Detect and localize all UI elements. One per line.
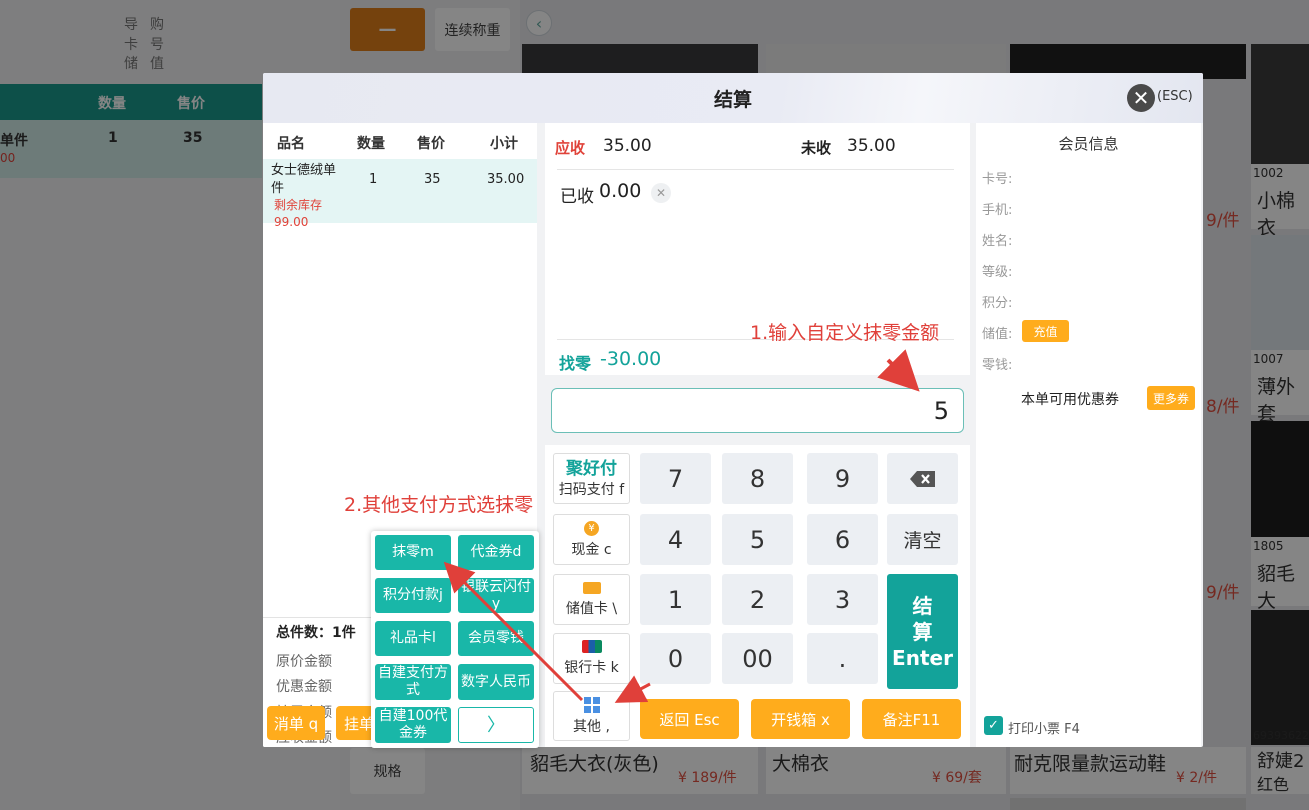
cash-button[interactable]: ¥ 现金 c: [553, 514, 630, 565]
change-label: 找零: [559, 354, 592, 373]
other-pay-label: 其他 ,: [573, 718, 610, 735]
keypad-panel: 聚好付 扫码支付 f ¥ 现金 c 储值卡 \ 银行卡 k 其他 , 7 8 9…: [545, 445, 970, 747]
hold-order-button[interactable]: 挂单: [336, 706, 376, 740]
col-header-name: 品名: [277, 136, 305, 152]
key-9[interactable]: 9: [807, 453, 878, 504]
more-coupons-button[interactable]: 更多券: [1147, 386, 1195, 410]
digital-rmb-button[interactable]: 数字人民币: [458, 664, 534, 700]
item-subtotal: 35.00: [487, 172, 525, 187]
clear-button[interactable]: 清空: [887, 514, 958, 565]
member-panel: 会员信息 卡号: 手机: 姓名: 等级: 积分: 储值: 充值 零钱: 本单可用…: [976, 123, 1201, 747]
round-off-button[interactable]: 抹零m: [375, 535, 451, 570]
key-6[interactable]: 6: [807, 514, 878, 565]
receivable-label: 应收: [555, 139, 586, 157]
other-payment-popup: 抹零m 代金券d 积分付款j 银联云闪付y 礼品卡l 会员零钱 自建支付方式 数…: [371, 531, 539, 748]
unionpay-icon: [581, 640, 602, 653]
settle-label-2: 算: [912, 619, 933, 644]
annotation-step1: 1.输入自定义抹零金额: [750, 322, 940, 344]
settle-label-3: Enter: [892, 645, 953, 670]
key-2[interactable]: 2: [722, 574, 793, 625]
key-dot[interactable]: .: [807, 633, 878, 684]
print-receipt-checkbox[interactable]: ✓: [984, 716, 1003, 735]
key-5[interactable]: 5: [722, 514, 793, 565]
item-price: 35: [424, 172, 441, 187]
receivable-value: 35.00: [603, 136, 652, 156]
key-4[interactable]: 4: [640, 514, 711, 565]
other-pay-button[interactable]: 其他 ,: [553, 691, 630, 741]
print-receipt-label: 打印小票 F4: [1008, 722, 1080, 737]
clear-received-icon[interactable]: ✕: [651, 183, 671, 203]
member-field-points: 积分:: [982, 296, 1013, 311]
card-icon: [582, 581, 601, 594]
grid-icon: [583, 696, 600, 713]
cash-drawer-button[interactable]: 开钱箱 x: [751, 699, 850, 739]
member-field-name: 姓名:: [982, 234, 1013, 249]
item-qty: 1: [369, 172, 378, 187]
member-field-phone: 手机:: [982, 203, 1013, 218]
col-header-price: 售价: [417, 136, 445, 152]
remark-button[interactable]: 备注F11: [862, 699, 961, 739]
annotation-step2: 2.其他支付方式选抹零: [344, 494, 534, 516]
close-shortcut-label: (ESC): [1157, 89, 1193, 104]
dialog-title: 结算: [713, 88, 752, 111]
stock-label: 剩余库存: [274, 198, 323, 212]
amount-input[interactable]: 5: [551, 388, 964, 433]
coupon-label: 本单可用优惠券: [1021, 392, 1119, 408]
col-header-qty: 数量: [357, 136, 385, 152]
unpaid-label: 未收: [801, 139, 832, 157]
custom-pay-method-button[interactable]: 自建支付方式: [375, 664, 451, 700]
bank-card-label: 银行卡 k: [564, 660, 619, 676]
settle-label-1: 结: [912, 593, 933, 618]
voucher-button[interactable]: 代金券d: [458, 535, 534, 570]
member-field-card: 卡号:: [982, 172, 1013, 187]
received-label: 已收: [560, 187, 594, 207]
close-icon[interactable]: ✕: [1127, 84, 1155, 112]
unpaid-value: 35.00: [847, 136, 896, 156]
change-value: -30.00: [600, 348, 662, 370]
backspace-icon[interactable]: [887, 453, 958, 504]
member-field-change: 零钱:: [982, 358, 1013, 373]
back-button[interactable]: 返回 Esc: [640, 699, 739, 739]
total-count: 总件数：1件: [276, 625, 356, 641]
key-8[interactable]: 8: [722, 453, 793, 504]
gift-card-button[interactable]: 礼品卡l: [375, 621, 451, 656]
member-change-button[interactable]: 会员零钱: [458, 621, 534, 656]
col-header-subtotal: 小计: [490, 136, 518, 152]
juhaofu-logo: 聚好付: [566, 458, 617, 479]
key-3[interactable]: 3: [807, 574, 878, 625]
unionpay-quickpass-button[interactable]: 银联云闪付y: [458, 578, 534, 613]
member-title: 会员信息: [1058, 135, 1119, 153]
summary-label: 原价金额: [276, 654, 332, 670]
stored-value-label: 储值卡 \: [565, 600, 618, 617]
cancel-order-button[interactable]: 消单 q: [267, 706, 325, 740]
member-field-stored: 储值:: [982, 327, 1013, 342]
points-pay-button[interactable]: 积分付款j: [375, 578, 451, 613]
stock-value: 99.00: [274, 215, 309, 229]
member-field-level: 等级:: [982, 265, 1013, 280]
bank-card-button[interactable]: 银行卡 k: [553, 633, 630, 684]
stored-value-card-button[interactable]: 储值卡 \: [553, 574, 630, 625]
key-7[interactable]: 7: [640, 453, 711, 504]
scan-pay-label: 扫码支付 f: [558, 481, 625, 498]
item-name: 女士德绒单件: [271, 163, 337, 196]
custom-100-voucher-button[interactable]: 自建100代金券: [375, 707, 451, 743]
received-value: 0.00: [599, 180, 642, 202]
recharge-button[interactable]: 充值: [1022, 320, 1069, 342]
key-00[interactable]: 00: [722, 633, 793, 684]
divider: [557, 169, 954, 170]
cash-icon: ¥: [584, 520, 599, 536]
cash-label: 现金 c: [571, 541, 612, 558]
next-page-button[interactable]: 〉: [458, 707, 534, 743]
summary-label: 优惠金额: [276, 679, 332, 695]
scan-pay-button[interactable]: 聚好付 扫码支付 f: [553, 453, 630, 504]
key-0[interactable]: 0: [640, 633, 711, 684]
settle-button[interactable]: 结 算 Enter: [887, 574, 958, 689]
key-1[interactable]: 1: [640, 574, 711, 625]
